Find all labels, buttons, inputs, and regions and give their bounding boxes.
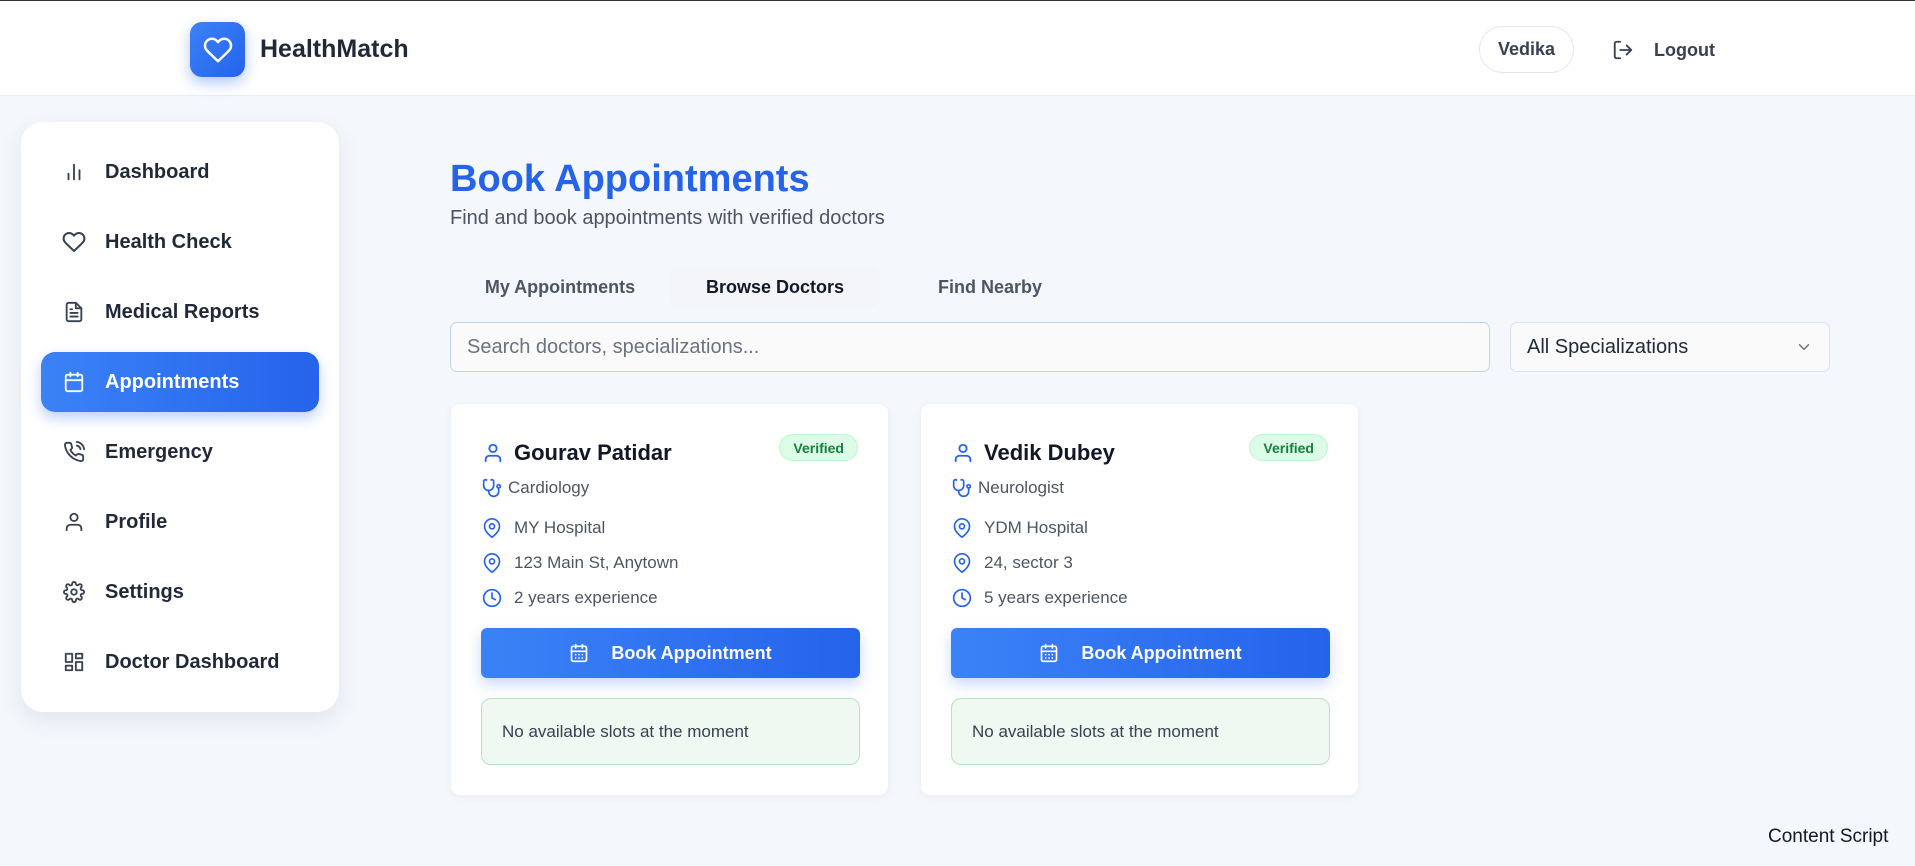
content-script-label: Content Script — [1768, 826, 1889, 847]
doctor-experience: 5 years experience — [952, 588, 1128, 608]
doctor-experience: 2 years experience — [482, 588, 658, 608]
bar-chart-icon — [61, 159, 87, 185]
calendar-icon — [571, 643, 588, 663]
clock-icon — [952, 588, 972, 608]
doctor-specialization: Cardiology — [482, 478, 589, 498]
map-pin-icon — [483, 518, 501, 538]
map-pin-icon — [483, 553, 501, 573]
specialization-selected: All Specializations — [1527, 335, 1689, 358]
stethoscope-icon — [482, 478, 502, 498]
map-pin-icon — [953, 518, 971, 538]
specialization-select[interactable]: All Specializations — [1510, 322, 1830, 372]
sidebar-item-settings[interactable]: Settings — [41, 562, 319, 622]
sidebar-item-doctor-dashboard[interactable]: Doctor Dashboard — [41, 632, 319, 692]
map-pin-icon — [953, 553, 971, 573]
doctor-name-row: Vedik Dubey — [952, 440, 1115, 466]
book-appointment-button[interactable]: Book Appointment — [951, 628, 1330, 678]
sidebar-item-label: Dashboard — [105, 160, 210, 183]
sidebar: Dashboard Health Check Medical Reports A… — [21, 122, 339, 712]
sidebar-item-appointments[interactable]: Appointments — [41, 352, 319, 412]
doctor-hospital: YDM Hospital — [952, 518, 1088, 538]
phone-call-icon — [61, 439, 87, 465]
clock-icon — [482, 588, 502, 608]
sidebar-item-dashboard[interactable]: Dashboard — [41, 142, 319, 202]
sidebar-item-label: Settings — [105, 580, 184, 603]
page-title: Book Appointments — [450, 158, 810, 200]
tab-my-appointments[interactable]: My Appointments — [450, 267, 670, 307]
gear-icon — [61, 579, 87, 605]
sidebar-item-label: Doctor Dashboard — [105, 650, 280, 673]
grid-icon — [61, 649, 87, 675]
doctor-card: Gourav Patidar Verified Cardiology MY Ho… — [450, 403, 889, 796]
sidebar-item-health-check[interactable]: Health Check — [41, 212, 319, 272]
doctor-specialization: Neurologist — [952, 478, 1064, 498]
doctor-name: Vedik Dubey — [984, 440, 1115, 465]
no-slots-message: No available slots at the moment — [481, 698, 860, 765]
verified-badge: Verified — [779, 434, 858, 461]
tab-find-nearby[interactable]: Find Nearby — [880, 267, 1100, 307]
user-icon — [61, 509, 87, 535]
sidebar-item-profile[interactable]: Profile — [41, 492, 319, 552]
calendar-icon — [61, 369, 87, 395]
chevron-down-icon — [1798, 344, 1810, 350]
heart-icon — [61, 229, 87, 255]
book-appointment-label: Book Appointment — [1081, 642, 1242, 663]
tab-bar: My Appointments Browse Doctors Find Near… — [450, 267, 1100, 311]
sidebar-item-medical-reports[interactable]: Medical Reports — [41, 282, 319, 342]
page-subtitle: Find and book appointments with verified… — [450, 207, 885, 229]
tab-browse-doctors[interactable]: Browse Doctors — [670, 267, 880, 307]
logout-icon — [1613, 40, 1633, 60]
verified-badge: Verified — [1249, 434, 1328, 461]
brand-name: HealthMatch — [260, 35, 409, 63]
sidebar-item-label: Medical Reports — [105, 300, 260, 323]
book-appointment-label: Book Appointment — [611, 642, 772, 663]
sidebar-item-label: Health Check — [105, 230, 232, 253]
doctor-address: 24, sector 3 — [952, 553, 1073, 573]
book-appointment-button[interactable]: Book Appointment — [481, 628, 860, 678]
doctor-name: Gourav Patidar — [514, 440, 672, 465]
search-input[interactable] — [450, 322, 1490, 372]
user-icon — [484, 443, 502, 463]
doctor-hospital: MY Hospital — [482, 518, 605, 538]
top-header: HealthMatch Vedika Logout — [0, 0, 1915, 96]
sidebar-item-label: Profile — [105, 510, 168, 533]
sidebar-item-label: Appointments — [105, 370, 240, 393]
stethoscope-icon — [952, 478, 972, 498]
calendar-icon — [1041, 643, 1058, 663]
logout-label: Logout — [1654, 39, 1715, 60]
heart-icon — [203, 37, 232, 62]
no-slots-message: No available slots at the moment — [951, 698, 1330, 765]
file-text-icon — [61, 299, 87, 325]
sidebar-item-label: Emergency — [105, 440, 213, 463]
user-name-pill[interactable]: Vedika — [1479, 26, 1574, 73]
sidebar-item-emergency[interactable]: Emergency — [41, 422, 319, 482]
user-icon — [954, 443, 972, 463]
doctor-address: 123 Main St, Anytown — [482, 553, 678, 573]
doctor-card: Vedik Dubey Verified Neurologist YDM Hos… — [920, 403, 1359, 796]
logout-button[interactable]: Logout — [1612, 34, 1715, 66]
logo[interactable] — [190, 22, 245, 77]
doctor-name-row: Gourav Patidar — [482, 440, 672, 466]
